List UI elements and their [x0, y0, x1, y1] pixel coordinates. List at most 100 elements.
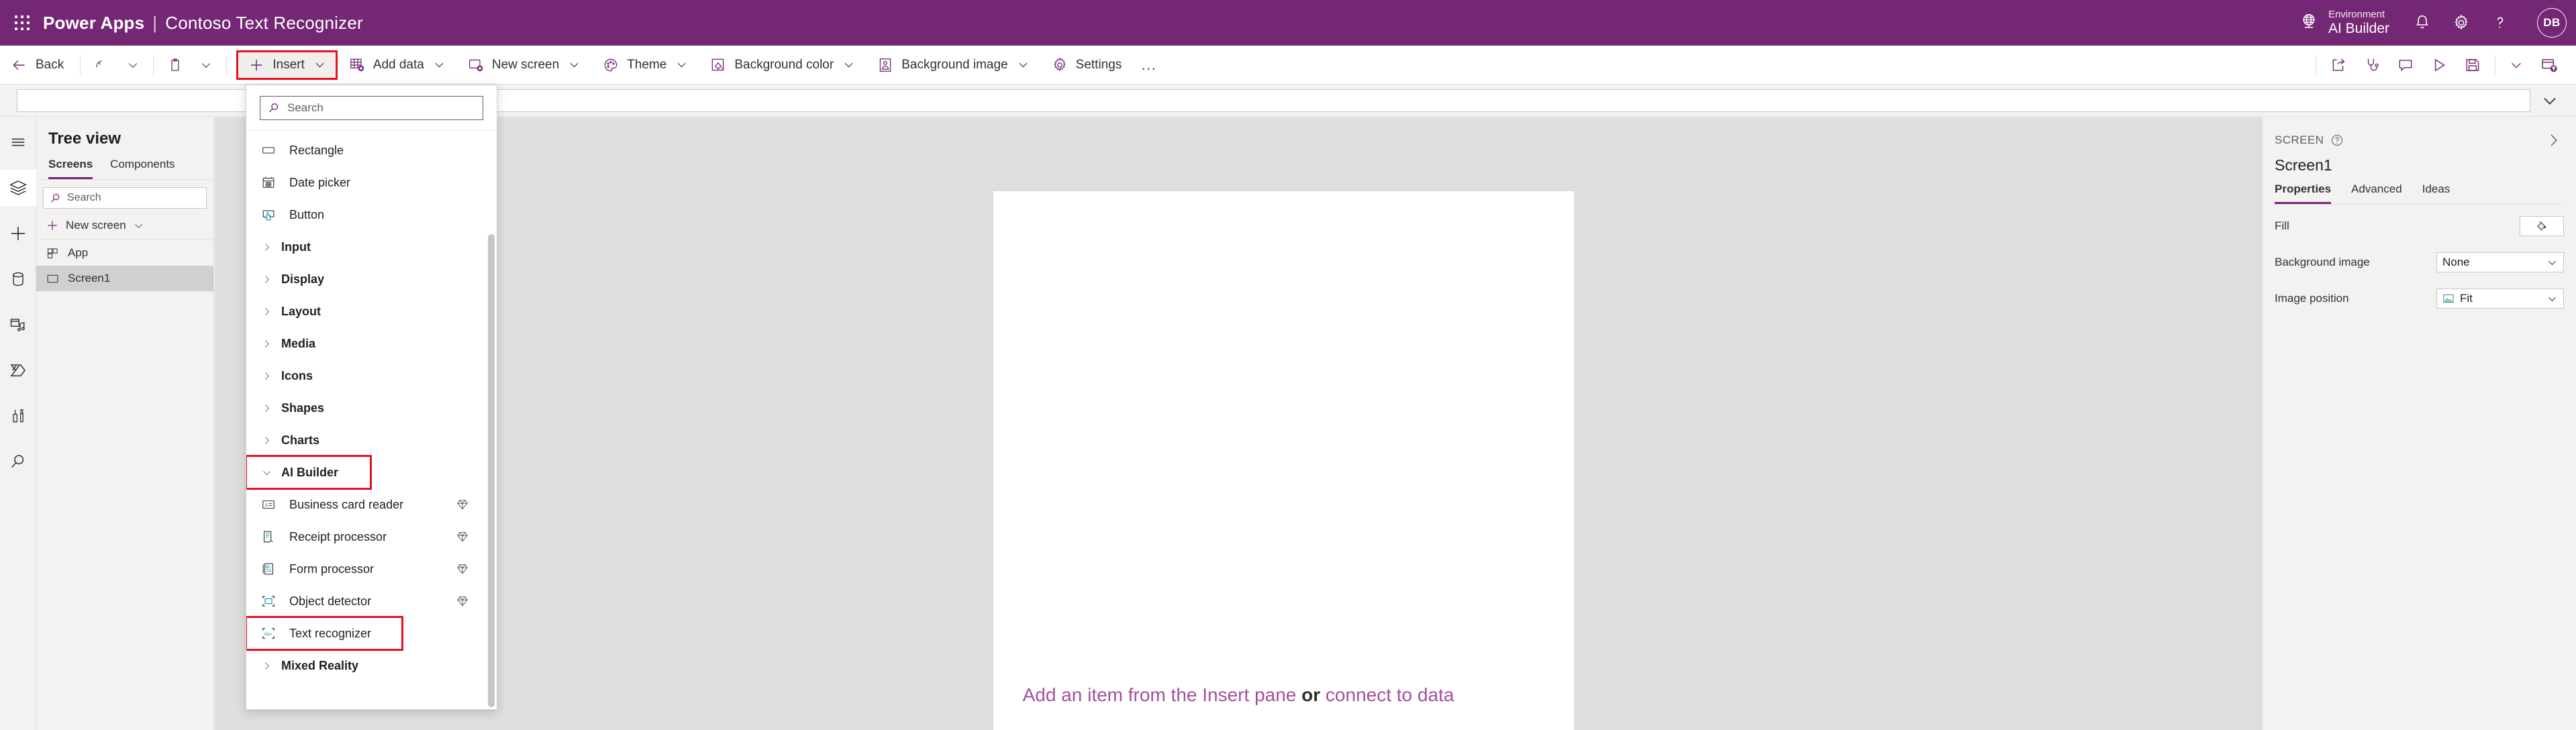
- screen-rect-icon: [47, 274, 58, 282]
- environment-value: AI Builder: [2328, 21, 2389, 37]
- rail-item-insert[interactable]: [0, 215, 36, 252]
- text-recognizer-abc-icon: Abc: [261, 626, 281, 641]
- stethoscope-icon: [2367, 58, 2379, 70]
- rail-item-data[interactable]: [0, 261, 36, 297]
- settings-button[interactable]: Settings: [1040, 50, 1133, 80]
- globe-icon: [2299, 11, 2319, 35]
- insert-group-display[interactable]: Display: [246, 263, 497, 295]
- insert-item-receipt-processor[interactable]: Receipt processor: [246, 521, 497, 553]
- tab-properties[interactable]: Properties: [2275, 182, 2332, 204]
- database-cylinder-icon: [12, 272, 23, 286]
- save-icon: [2466, 58, 2479, 71]
- chevron-down-icon: [435, 62, 444, 68]
- background-image-button[interactable]: Background image: [866, 50, 1040, 80]
- new-screen-button[interactable]: New screen: [456, 50, 591, 80]
- rail-item-variables[interactable]: [0, 398, 36, 434]
- tab-ideas[interactable]: Ideas: [2422, 182, 2450, 204]
- formula-bar-expand-button[interactable]: [2530, 87, 2569, 114]
- insert-search-input[interactable]: Search: [260, 96, 483, 120]
- image-position-select[interactable]: Fit: [2436, 289, 2564, 309]
- tree-view-pane: Tree view Screens Components Search New …: [36, 117, 214, 730]
- settings-gear-icon[interactable]: [2443, 5, 2479, 41]
- insert-item-text-recognizer[interactable]: Abc Text recognizer: [246, 616, 403, 651]
- clipboard-paste-icon: [171, 58, 179, 71]
- preview-play-button[interactable]: [2422, 50, 2456, 80]
- back-button[interactable]: Back: [0, 50, 75, 80]
- tree-item-screen1[interactable]: Screen1: [36, 266, 213, 291]
- receipt-icon: [261, 529, 281, 544]
- rail-item-menu[interactable]: [0, 124, 36, 160]
- properties-collapse-button[interactable]: [2542, 129, 2564, 151]
- save-button[interactable]: [2456, 50, 2489, 80]
- plus-insert-icon: [11, 227, 25, 240]
- publish-button[interactable]: [2532, 50, 2567, 80]
- paste-button[interactable]: [159, 50, 191, 80]
- save-options-chevron[interactable]: [2501, 50, 2532, 80]
- insert-item-object-detector[interactable]: Object detector: [246, 585, 497, 617]
- calendar-icon: [261, 175, 281, 190]
- insert-item-label: Button: [289, 207, 325, 221]
- background-color-button[interactable]: Background color: [699, 50, 866, 80]
- avatar[interactable]: DB: [2537, 8, 2567, 38]
- tree-item-app[interactable]: App: [36, 240, 213, 266]
- tree-search-input[interactable]: Search: [43, 187, 207, 209]
- insert-group-shapes[interactable]: Shapes: [246, 392, 497, 424]
- insert-group-icons[interactable]: Icons: [246, 360, 497, 392]
- comments-button[interactable]: [2389, 50, 2422, 80]
- command-divider: [153, 54, 154, 75]
- waffle-grid-icon[interactable]: [11, 11, 34, 34]
- app-screen-canvas[interactable]: [993, 191, 1574, 730]
- background-color-label: Background color: [734, 58, 834, 72]
- insert-panel-scrollbar[interactable]: [488, 85, 495, 709]
- insert-panel-scrollbar-thumb[interactable]: [488, 234, 495, 707]
- paint-bucket-icon: [2537, 221, 2546, 231]
- chevron-down-icon: [134, 223, 142, 228]
- insert-group-ai-builder[interactable]: AI Builder: [246, 455, 372, 490]
- command-overflow-button[interactable]: …: [1132, 50, 1166, 80]
- plus-icon: [251, 59, 262, 70]
- connect-to-data-link[interactable]: connect to data: [1326, 684, 1454, 705]
- tab-screens[interactable]: Screens: [48, 158, 93, 179]
- help-circle-icon[interactable]: [2330, 134, 2344, 147]
- brand-separator: |: [152, 12, 158, 33]
- command-bar-right-group: [2310, 50, 2576, 80]
- insert-item-button[interactable]: Button: [246, 199, 497, 231]
- app-checker-button[interactable]: [2355, 50, 2389, 80]
- insert-group-mixed-reality[interactable]: Mixed Reality: [246, 649, 497, 682]
- avatar-initials: DB: [2543, 16, 2561, 29]
- tab-advanced[interactable]: Advanced: [2351, 182, 2402, 204]
- insert-group-label: Display: [281, 272, 325, 286]
- chevron-right-icon: [257, 242, 276, 253]
- background-image-select[interactable]: None: [2436, 252, 2564, 272]
- undo-button[interactable]: [86, 50, 118, 80]
- rail-item-power-automate[interactable]: [0, 352, 36, 388]
- insert-group-layout[interactable]: Layout: [246, 295, 497, 327]
- notifications-icon[interactable]: [2404, 5, 2440, 41]
- rail-item-tree-view[interactable]: [0, 170, 36, 206]
- paste-options-chevron[interactable]: [191, 50, 221, 80]
- insert-flyout-panel[interactable]: Search Rectangle Date picker Button Inpu…: [246, 85, 497, 710]
- insert-item-form-processor[interactable]: Form processor: [246, 553, 497, 585]
- command-divider: [80, 54, 81, 75]
- help-icon[interactable]: [2482, 5, 2518, 41]
- undo-options-chevron[interactable]: [118, 50, 148, 80]
- add-data-button[interactable]: Add data: [338, 50, 456, 80]
- insert-item-business-card-reader[interactable]: A Business card reader: [246, 488, 497, 521]
- new-screen-menu-button[interactable]: New screen: [36, 215, 213, 240]
- insert-group-label: Charts: [281, 433, 320, 447]
- insert-group-input[interactable]: Input: [246, 231, 497, 263]
- properties-kind-label: SCREEN: [2275, 134, 2324, 146]
- insert-button[interactable]: Insert: [236, 50, 338, 80]
- canvas-area[interactable]: Add an item from the Insert pane or conn…: [215, 117, 2262, 730]
- share-button[interactable]: [2322, 50, 2355, 80]
- insert-item-date-picker[interactable]: Date picker: [246, 166, 497, 199]
- rail-item-search[interactable]: [0, 444, 36, 480]
- insert-group-charts[interactable]: Charts: [246, 424, 497, 456]
- theme-button[interactable]: Theme: [591, 50, 699, 80]
- fill-color-button[interactable]: [2520, 216, 2564, 236]
- environment-picker[interactable]: Environment AI Builder: [2299, 9, 2389, 38]
- tab-components[interactable]: Components: [110, 158, 175, 179]
- insert-item-rectangle[interactable]: Rectangle: [246, 134, 497, 166]
- insert-group-media[interactable]: Media: [246, 327, 497, 360]
- rail-item-media[interactable]: [0, 307, 36, 343]
